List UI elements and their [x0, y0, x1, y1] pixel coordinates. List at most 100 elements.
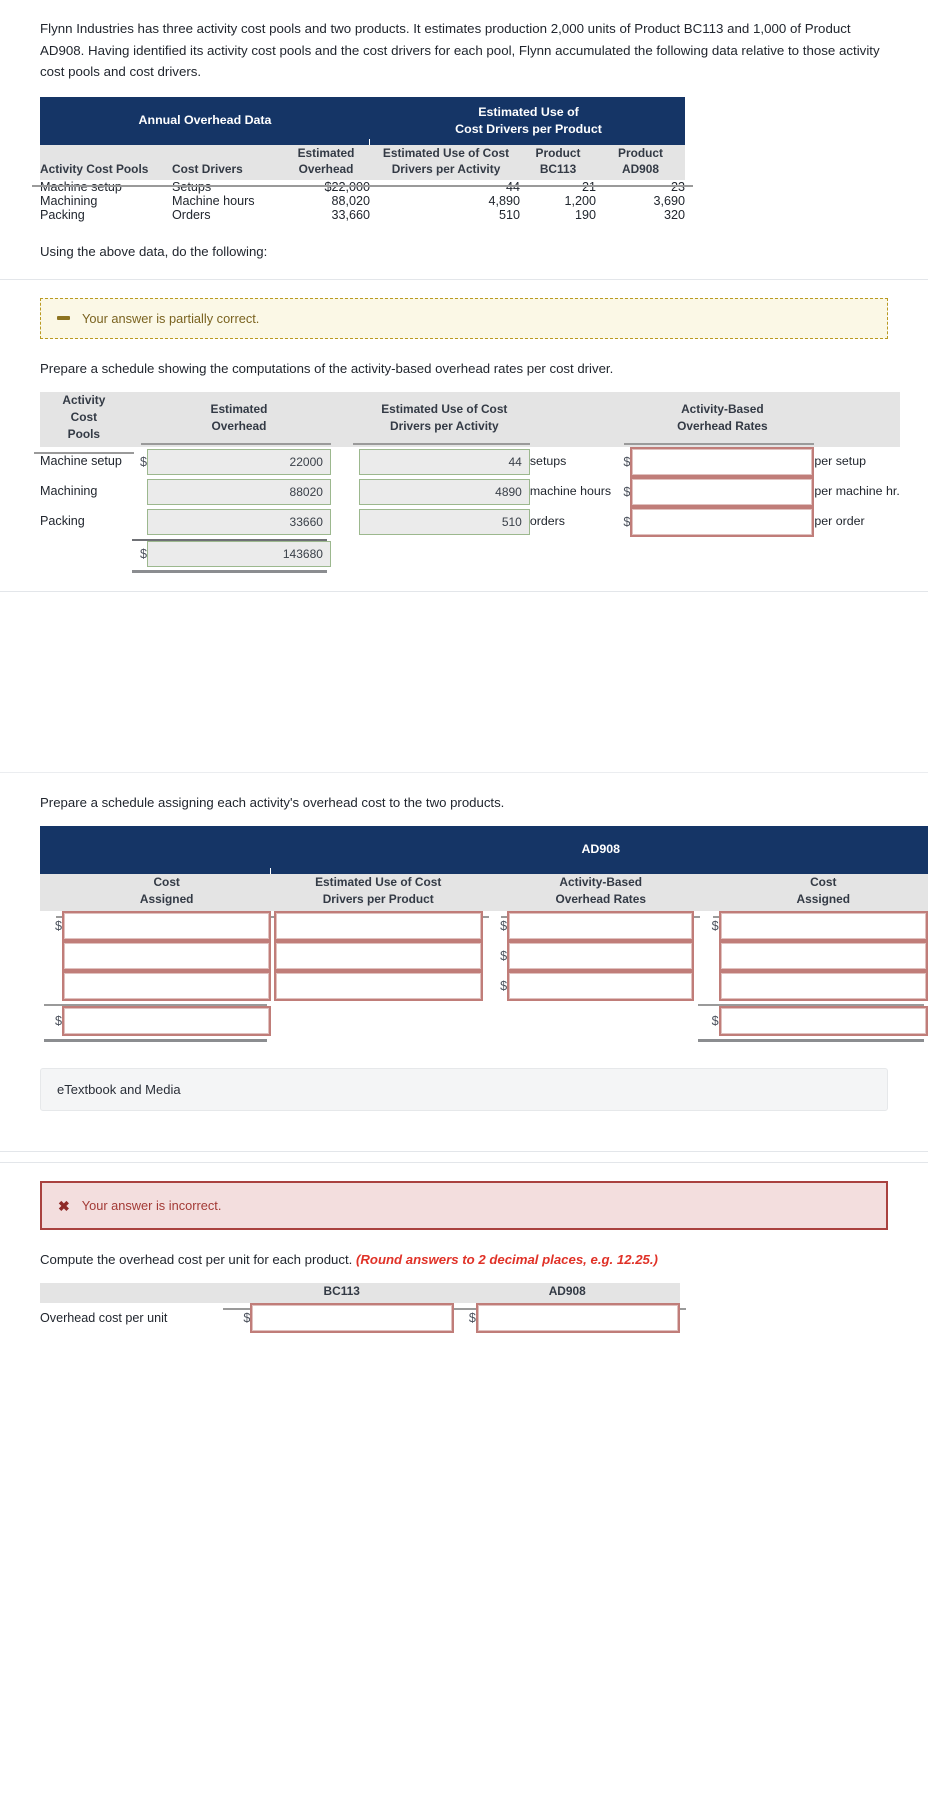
cell-driver: Machine hours [172, 193, 282, 208]
dollar-sign [128, 477, 147, 507]
dollar-sign: $ [500, 979, 508, 994]
dollar-sign: $ [500, 919, 508, 934]
part-a-row: Machine setup $ setups $ per setup [40, 446, 900, 477]
estimated-overhead-input-packing[interactable] [146, 508, 331, 535]
cell-ad908: 23 [596, 179, 686, 194]
drivers-per-product-input-row2[interactable] [273, 941, 483, 972]
part-b-band-row: AD908 [40, 825, 928, 874]
col-header-estimated-overhead-l2: Overhead [298, 162, 354, 177]
etextbook-wrap: eTextbook and Media [20, 1042, 908, 1112]
status-banner-text: Your answer is incorrect. [81, 1198, 222, 1214]
cost-assigned-bc113-input-row2[interactable] [62, 941, 272, 972]
col-header-activity-cost-pools: Activity Cost Pools [32, 144, 180, 187]
input-cell-drivers-per-activity [358, 447, 530, 477]
input-cell-cost-assigned-bc113 [62, 971, 272, 1002]
dollar-sign [694, 971, 718, 1001]
band-estimated-use-line2: Cost Drivers per Product [455, 121, 602, 136]
dollar-sign: $ [55, 1014, 63, 1029]
part-c-prompt: Compute the overhead cost per unit for e… [20, 1230, 908, 1267]
dollar-sign [40, 941, 62, 971]
header-rule [32, 184, 180, 187]
col-header-activity-cost-pools-l2: Activity Cost Pools [40, 162, 149, 177]
col-header-product-ad908-l1: Product [618, 145, 663, 160]
cost-assigned-ad908-input-row3[interactable] [718, 971, 928, 1002]
total-estimated-overhead-input[interactable] [146, 540, 331, 567]
col-header-drivers-per-product: Estimated Use of Cost Drivers per Produc… [267, 873, 489, 919]
cell-pool: Packing [40, 207, 172, 222]
input-cell-overhead-per-unit-ad908 [475, 1303, 680, 1334]
part-c-grid: BC113 AD908 Overhead cost per unit $ $ [40, 1283, 686, 1334]
hdr-drivers-l2: Drivers per Activity [389, 418, 499, 433]
cell-use-per-activity: 510 [372, 207, 521, 222]
overhead-rate-input-row1[interactable] [507, 911, 695, 942]
hdr-spacer [694, 873, 719, 912]
band-estimated-use-line1: Estimated Use of [478, 104, 579, 119]
hdr-pools-l2: Cost [70, 410, 98, 425]
drivers-input-machine-setup[interactable] [358, 448, 530, 475]
hdr-b2-l2: Drivers per Product [322, 891, 434, 906]
dollar-sign: $ [500, 949, 508, 964]
cell-ad908: 320 [596, 207, 686, 222]
part-b-prompt: Prepare a schedule assigning each activi… [40, 794, 505, 810]
header-rule [352, 443, 536, 446]
overhead-rate-input-row2[interactable] [507, 941, 695, 972]
drivers-per-product-input-row1[interactable] [273, 911, 483, 942]
dollar-sign [128, 507, 147, 537]
col-header-use-per-activity-l2: Drivers per Activity [391, 162, 501, 177]
cost-assigned-bc113-input-row1[interactable] [62, 911, 272, 942]
hdr-b1-l1: Cost [153, 874, 180, 889]
part-c-row: Overhead cost per unit $ $ [40, 1303, 680, 1334]
col-header-estimated-overhead-l1: Estimated [297, 145, 355, 160]
part-a-row: Packing orders $ per order [40, 506, 900, 537]
drivers-input-packing[interactable] [358, 508, 530, 535]
part-a-row: Machining machine hours $ per machine hr… [40, 476, 900, 507]
dollar-sign: $ [139, 546, 147, 561]
cost-assigned-bc113-input-row3[interactable] [62, 971, 272, 1002]
rate-unit-label-per-machine-hr: per machine hr. [814, 484, 900, 499]
total-cost-assigned-bc113-input[interactable] [62, 1006, 272, 1037]
input-cell-drivers-per-product [273, 911, 483, 942]
overhead-rate-input-row3[interactable] [507, 971, 695, 1002]
overhead-rate-input-machining[interactable] [630, 476, 815, 507]
col-header-cost-drivers: Cost Drivers [164, 144, 290, 187]
part-b-section: Prepare a schedule assigning each activi… [0, 772, 928, 1152]
hdr-spacer [611, 391, 631, 447]
drivers-input-machining[interactable] [358, 478, 530, 505]
part-b-total-row: $ $ [40, 1006, 928, 1037]
drivers-per-product-input-row3[interactable] [273, 971, 483, 1002]
overhead-cost-per-unit-bc113-input[interactable] [250, 1303, 455, 1334]
overhead-rate-input-machine-setup[interactable] [630, 446, 815, 477]
total-cost-assigned-ad908-input[interactable] [718, 1006, 928, 1037]
intro-paragraph-wrap: Flynn Industries has three activity cost… [20, 0, 908, 83]
unit-label-orders: orders [529, 514, 565, 529]
etextbook-and-media-button[interactable]: eTextbook and Media [40, 1068, 888, 1112]
col-header-cost-assigned-ad908: Cost Assigned [712, 873, 928, 919]
col-header-estimated-overhead: Estimated Overhead [140, 391, 337, 447]
estimated-overhead-input-machine-setup[interactable] [146, 448, 331, 475]
cost-assigned-ad908-input-row1[interactable] [718, 911, 928, 942]
input-cell-overhead-rate [630, 446, 815, 477]
dollar-sign: $ [623, 514, 631, 529]
cost-assigned-ad908-input-row2[interactable] [718, 941, 928, 972]
dollar-sign: $ [55, 919, 63, 934]
dash-icon [57, 316, 70, 321]
hdr-c-ad908: AD908 [548, 1284, 586, 1299]
header-rule [364, 184, 529, 187]
col-header-use-per-activity-l1: Estimated Use of Cost [382, 145, 510, 160]
header-rule [140, 443, 337, 446]
overhead-cost-per-unit-ad908-input[interactable] [475, 1303, 680, 1334]
hdr-b4-l2: Assigned [796, 891, 851, 906]
status-banner-incorrect: ✖ Your answer is incorrect. [40, 1181, 888, 1231]
hdr-b2-l1: Estimated Use of Cost [315, 874, 442, 889]
dollar-sign [40, 971, 62, 1001]
estimated-overhead-input-machining[interactable] [146, 478, 331, 505]
hdr-spacer [40, 873, 63, 912]
part-a-grid-wrap: Activity Cost Pools Estimated Overhead E… [20, 376, 908, 573]
table-row: Machining Machine hours 88,020 4,890 1,2… [40, 193, 686, 208]
col-header-blank [40, 1283, 229, 1304]
overhead-rate-input-packing[interactable] [630, 506, 815, 537]
input-cell-total-cost-assigned-ad908 [718, 1006, 928, 1037]
collapsed-content-ghost [0, 592, 928, 622]
